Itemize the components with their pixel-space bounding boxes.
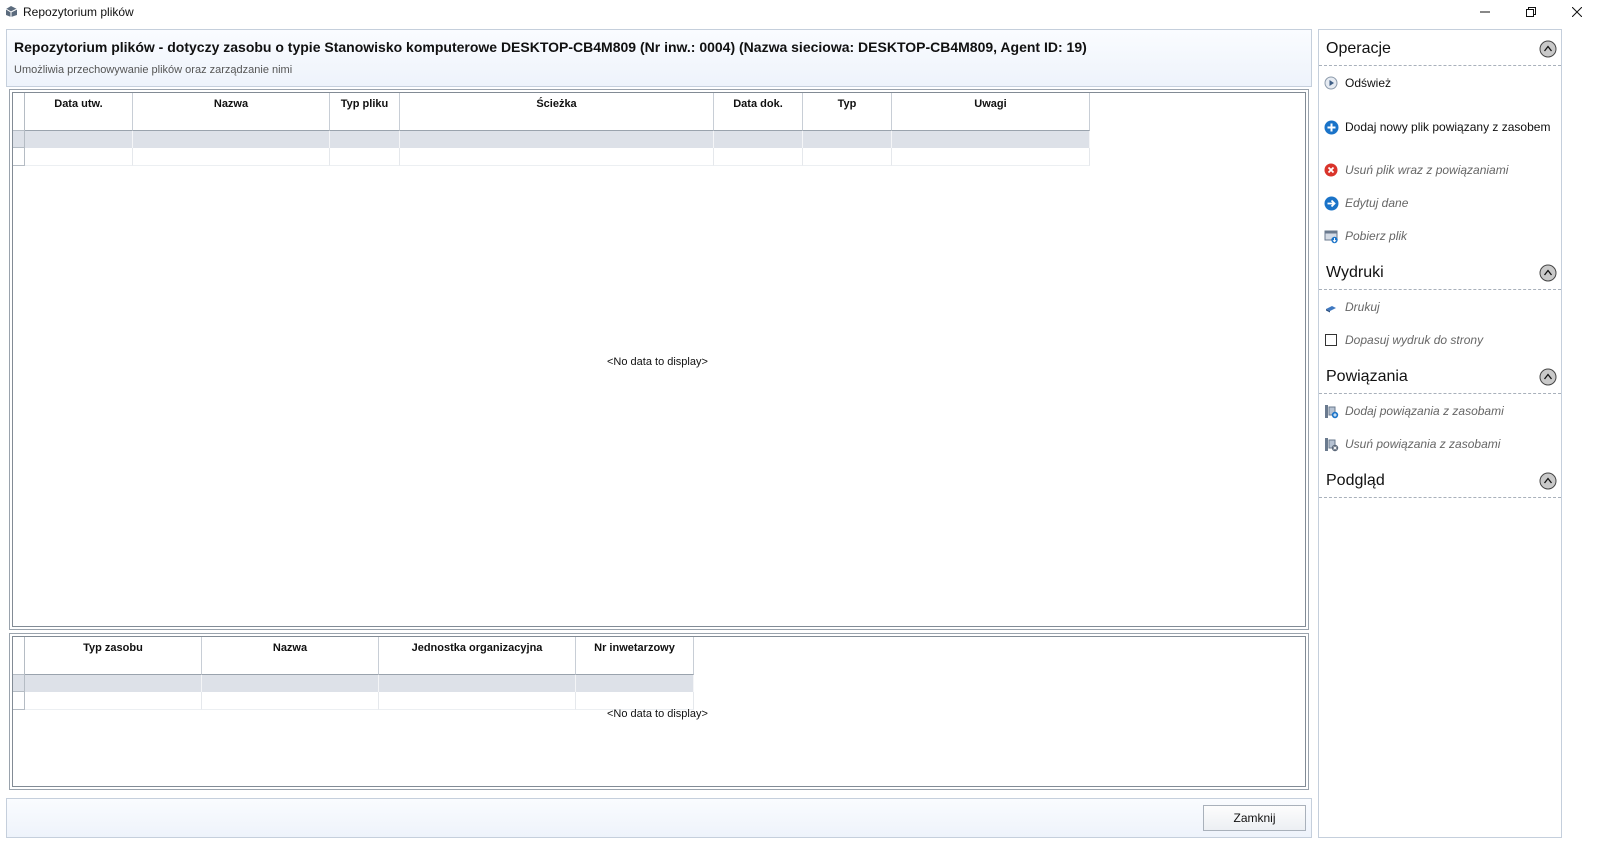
refresh-label: Odśwież (1345, 76, 1392, 90)
collapse-icon[interactable] (1539, 264, 1557, 282)
files-grid-body[interactable]: Data utw. Nazwa Typ pliku Ścieżka Data d… (12, 92, 1306, 627)
footer-panel (6, 798, 1312, 838)
edit-data-item[interactable]: Edytuj dane (1323, 192, 1559, 214)
minimize-icon (1480, 11, 1490, 13)
filter-cell[interactable] (714, 131, 803, 148)
row-indicator-header (13, 637, 25, 675)
new-row-cell[interactable] (133, 148, 330, 166)
section-podglad[interactable]: Podgląd (1319, 464, 1561, 498)
new-row-cell[interactable] (379, 692, 576, 710)
link-add-icon (1323, 403, 1339, 419)
row-indicator-filter (13, 131, 25, 148)
collapse-icon[interactable] (1539, 368, 1557, 386)
section-wydruki[interactable]: Wydruki (1319, 256, 1561, 290)
restore-icon (1526, 7, 1536, 17)
header-panel: Repozytorium plików - dotyczy zasobu o t… (6, 29, 1312, 87)
minimize-button[interactable] (1462, 0, 1508, 24)
delete-file-item[interactable]: Usuń plik wraz z powiązaniami (1323, 159, 1559, 181)
close-icon (1572, 7, 1582, 17)
add-links-item[interactable]: Dodaj powiązania z zasobami (1323, 400, 1559, 422)
row-indicator-filter (13, 675, 25, 692)
new-row-cell[interactable] (330, 148, 400, 166)
add-file-label: Dodaj nowy plik powiązany z zasobem (1345, 120, 1551, 134)
filter-cell[interactable] (576, 675, 694, 692)
edit-arrow-icon (1323, 195, 1339, 211)
section-powiazania[interactable]: Powiązania (1319, 360, 1561, 394)
new-row-cell[interactable] (25, 692, 202, 710)
new-row-cell[interactable] (714, 148, 803, 166)
new-row-cell[interactable] (892, 148, 1090, 166)
refresh-item[interactable]: Odśwież (1323, 72, 1559, 94)
resources-grid-body[interactable]: Typ zasobu Nazwa Jednostka organizacyjna… (12, 636, 1306, 787)
fit-to-page-checkbox[interactable] (1323, 332, 1339, 348)
filter-cell[interactable] (202, 675, 379, 692)
download-icon (1323, 228, 1339, 244)
filter-cell[interactable] (330, 131, 400, 148)
add-file-item[interactable]: Dodaj nowy plik powiązany z zasobem (1323, 116, 1559, 138)
play-icon (1323, 75, 1339, 91)
column-header-nazwa[interactable]: Nazwa (202, 637, 379, 675)
column-header-sciezka[interactable]: Ścieżka (400, 93, 714, 131)
section-title: Wydruki (1326, 264, 1384, 281)
column-header-jednostka[interactable]: Jednostka organizacyjna (379, 637, 576, 675)
section-title: Podgląd (1326, 472, 1385, 489)
close-window-button[interactable] (1554, 0, 1600, 24)
column-header-data-dok[interactable]: Data dok. (714, 93, 803, 131)
collapse-icon[interactable] (1539, 40, 1557, 58)
filter-cell[interactable] (25, 131, 133, 148)
filter-cell[interactable] (379, 675, 576, 692)
column-header-uwagi[interactable]: Uwagi (892, 93, 1090, 131)
add-icon (1323, 119, 1339, 135)
files-grid-empty-text: <No data to display> (607, 356, 708, 368)
row-indicator-new[interactable] (13, 692, 25, 710)
link-remove-icon (1323, 436, 1339, 452)
fit-to-page-label: Dopasuj wydruk do strony (1345, 333, 1484, 347)
resources-grid-empty-text: <No data to display> (607, 708, 708, 720)
delete-icon (1323, 162, 1339, 178)
new-row-cell[interactable] (25, 148, 133, 166)
restore-button[interactable] (1508, 0, 1554, 24)
column-header-typ-zasobu[interactable]: Typ zasobu (25, 637, 202, 675)
print-item[interactable]: Drukuj (1323, 296, 1559, 318)
remove-links-item[interactable]: Usuń powiązania z zasobami (1323, 433, 1559, 455)
new-row-cell[interactable] (400, 148, 714, 166)
download-file-item[interactable]: Pobierz plik (1323, 225, 1559, 247)
add-links-label: Dodaj powiązania z zasobami (1345, 404, 1504, 418)
filter-cell[interactable] (133, 131, 330, 148)
window-title: Repozytorium plików (23, 5, 134, 19)
app-icon (5, 6, 18, 17)
section-operacje[interactable]: Operacje (1319, 32, 1561, 66)
page-subtitle: Umożliwia przechowywanie plików oraz zar… (14, 64, 293, 76)
remove-links-label: Usuń powiązania z zasobami (1345, 437, 1501, 451)
column-header-typ-pliku[interactable]: Typ pliku (330, 93, 400, 131)
collapse-icon[interactable] (1539, 472, 1557, 490)
filter-cell[interactable] (803, 131, 892, 148)
new-row-cell[interactable] (202, 692, 379, 710)
download-file-label: Pobierz plik (1345, 229, 1408, 243)
new-row-cell[interactable] (803, 148, 892, 166)
filter-cell[interactable] (400, 131, 714, 148)
section-title: Operacje (1326, 40, 1391, 57)
row-indicator-new[interactable] (13, 148, 25, 166)
files-grid[interactable]: Data utw. Nazwa Typ pliku Ścieżka Data d… (9, 89, 1309, 630)
column-header-nr-inwentarzowy[interactable]: Nr inwetarzowy (576, 637, 694, 675)
column-header-typ[interactable]: Typ (803, 93, 892, 131)
filter-cell[interactable] (892, 131, 1090, 148)
resources-grid[interactable]: Typ zasobu Nazwa Jednostka organizacyjna… (9, 633, 1309, 790)
page-title: Repozytorium plików - dotyczy zasobu o t… (14, 39, 1087, 55)
print-label: Drukuj (1345, 300, 1380, 314)
section-title: Powiązania (1326, 368, 1408, 385)
delete-file-label: Usuń plik wraz z powiązaniami (1345, 163, 1509, 177)
edit-data-label: Edytuj dane (1345, 196, 1409, 210)
filter-cell[interactable] (25, 675, 202, 692)
title-bar: Repozytorium plików (0, 0, 1600, 24)
print-icon (1323, 299, 1339, 315)
close-button[interactable]: Zamknij (1203, 805, 1306, 831)
row-indicator-header (13, 93, 25, 131)
column-header-data-utw[interactable]: Data utw. (25, 93, 133, 131)
side-panel: Operacje Odśwież Dodaj nowy plik powiąza… (1318, 29, 1562, 838)
fit-to-page-item[interactable]: Dopasuj wydruk do strony (1323, 329, 1559, 351)
column-header-nazwa[interactable]: Nazwa (133, 93, 330, 131)
